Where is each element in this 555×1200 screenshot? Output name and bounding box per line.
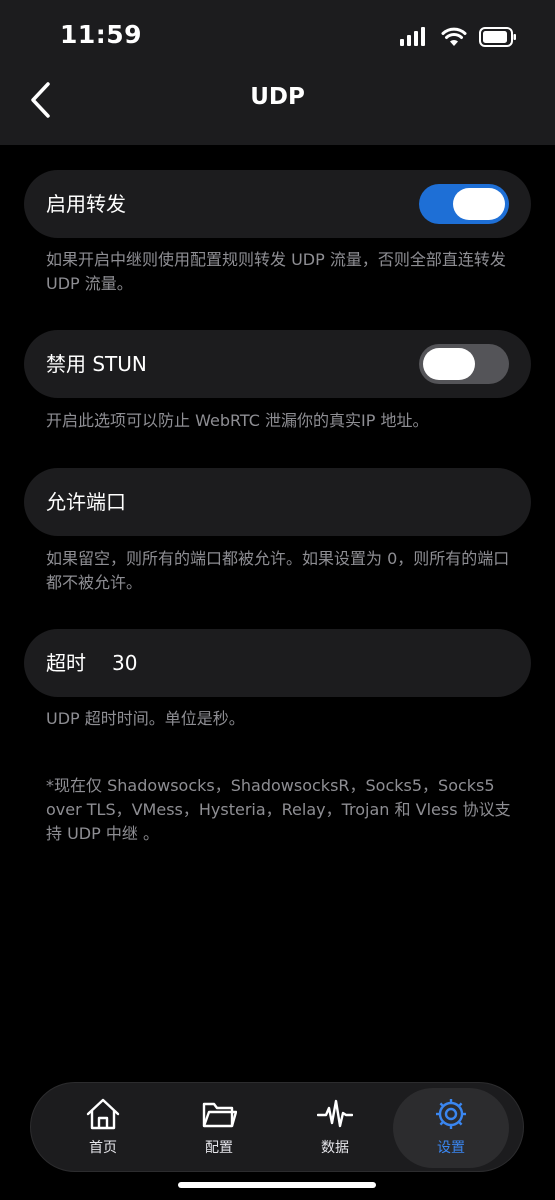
battery-icon bbox=[479, 27, 516, 47]
disable-stun-toggle[interactable] bbox=[419, 344, 509, 384]
tab-config[interactable]: 配置 bbox=[161, 1083, 277, 1173]
allowed-ports-label: 允许端口 bbox=[46, 490, 126, 514]
tab-config-label: 配置 bbox=[205, 1140, 233, 1156]
forwarding-description: 如果开启中继则使用配置规则转发 UDP 流量，否则全部直连转发 UDP 流量。 bbox=[46, 250, 506, 293]
forwarding-row: 启用转发 bbox=[24, 170, 531, 238]
tab-data[interactable]: 数据 bbox=[277, 1083, 393, 1173]
udp-support-footnote: *现在仅 Shadowsocks，ShadowsocksR，Socks5，Soc… bbox=[46, 776, 511, 843]
allowed-ports-description: 如果留空，则所有的端口都被允许。如果设置为 0，则所有的端口都不被允许。 bbox=[46, 549, 510, 592]
forwarding-toggle[interactable] bbox=[419, 184, 509, 224]
tab-data-label: 数据 bbox=[321, 1140, 349, 1156]
tab-settings-label: 设置 bbox=[437, 1140, 465, 1156]
toggle-knob bbox=[423, 348, 475, 380]
tab-home-label: 首页 bbox=[89, 1140, 117, 1156]
allowed-ports-row[interactable]: 允许端口 bbox=[24, 468, 531, 536]
home-indicator[interactable] bbox=[178, 1182, 376, 1188]
page-title: UDP bbox=[250, 84, 305, 110]
timeout-description: UDP 超时时间。单位是秒。 bbox=[46, 709, 245, 728]
disable-stun-description: 开启此选项可以防止 WebRTC 泄漏你的真实IP 地址。 bbox=[46, 411, 429, 430]
activity-icon bbox=[317, 1099, 353, 1128]
tab-bar: 首页 配置 数据 设置 bbox=[30, 1082, 524, 1172]
tab-settings[interactable]: 设置 bbox=[393, 1088, 509, 1168]
toggle-knob bbox=[453, 188, 505, 220]
timeout-row[interactable]: 超时 30 bbox=[24, 629, 531, 697]
forwarding-label: 启用转发 bbox=[46, 192, 126, 216]
gear-icon bbox=[436, 1099, 466, 1129]
folder-icon bbox=[202, 1102, 237, 1128]
status-bar: 11:59 bbox=[0, 0, 555, 70]
status-time: 11:59 bbox=[60, 20, 143, 49]
disable-stun-row: 禁用 STUN bbox=[24, 330, 531, 398]
nav-bar: UDP bbox=[0, 70, 555, 145]
disable-stun-label: 禁用 STUN bbox=[46, 352, 147, 376]
timeout-label: 超时 bbox=[46, 651, 86, 675]
timeout-value[interactable]: 30 bbox=[112, 629, 137, 697]
home-icon bbox=[86, 1098, 120, 1130]
signal-icon bbox=[400, 27, 425, 46]
wifi-icon bbox=[441, 27, 467, 46]
status-icons bbox=[399, 24, 517, 50]
tab-home[interactable]: 首页 bbox=[45, 1083, 161, 1173]
